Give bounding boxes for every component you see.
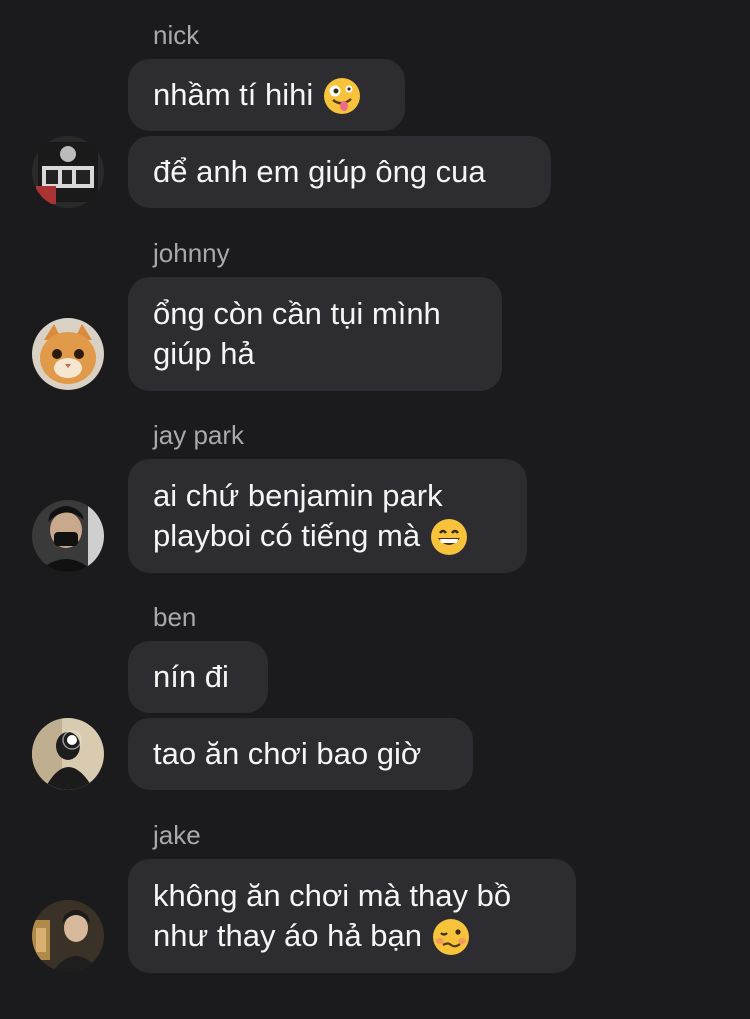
woozy-face-emoji: [432, 919, 469, 956]
message-bubble[interactable]: không ăn chơi mà thay bồ như thay áo hả …: [128, 859, 576, 973]
sender-name-nick: nick: [153, 20, 200, 50]
zany-face-emoji: [324, 78, 361, 115]
message-text: playboi có tiếng mà: [153, 517, 421, 553]
avatar-johnny[interactable]: [32, 318, 104, 390]
sender-name-ben: ben: [153, 602, 197, 632]
message-text: như thay áo hả bạn: [153, 917, 422, 953]
message-bubble[interactable]: ai chứ benjamin park playboi có tiếng mà: [128, 459, 527, 573]
message-text: nín đi: [153, 659, 229, 694]
sender-name-johnny: johnny: [153, 238, 230, 268]
message-bubble[interactable]: nhầm tí hihi: [128, 59, 405, 131]
message-text: tao ăn chơi bao giờ: [153, 736, 422, 771]
message-bubble[interactable]: ổng còn cần tụi mình giúp hả: [128, 277, 502, 391]
avatar-jake[interactable]: [32, 900, 104, 972]
message-text: không ăn chơi mà thay bồ: [153, 877, 512, 913]
message-text: nhầm tí hihi: [153, 76, 314, 112]
avatar-nick[interactable]: [32, 136, 104, 208]
message-text: ai chứ benjamin park: [153, 477, 443, 513]
message-text: ổng còn cần tụi mình: [153, 296, 441, 331]
avatar-ben[interactable]: [32, 718, 104, 790]
message-bubble[interactable]: để anh em giúp ông cua: [128, 136, 551, 208]
message-text: để anh em giúp ông cua: [153, 154, 486, 189]
sender-name-jay-park: jay park: [153, 420, 245, 450]
grinning-face-emoji: [431, 519, 468, 556]
message-text: giúp hả: [153, 336, 255, 371]
message-bubble[interactable]: tao ăn chơi bao giờ: [128, 718, 473, 790]
sender-name-jake: jake: [153, 820, 201, 850]
message-bubble[interactable]: nín đi: [128, 641, 268, 713]
avatar-jay-park[interactable]: [32, 500, 104, 572]
